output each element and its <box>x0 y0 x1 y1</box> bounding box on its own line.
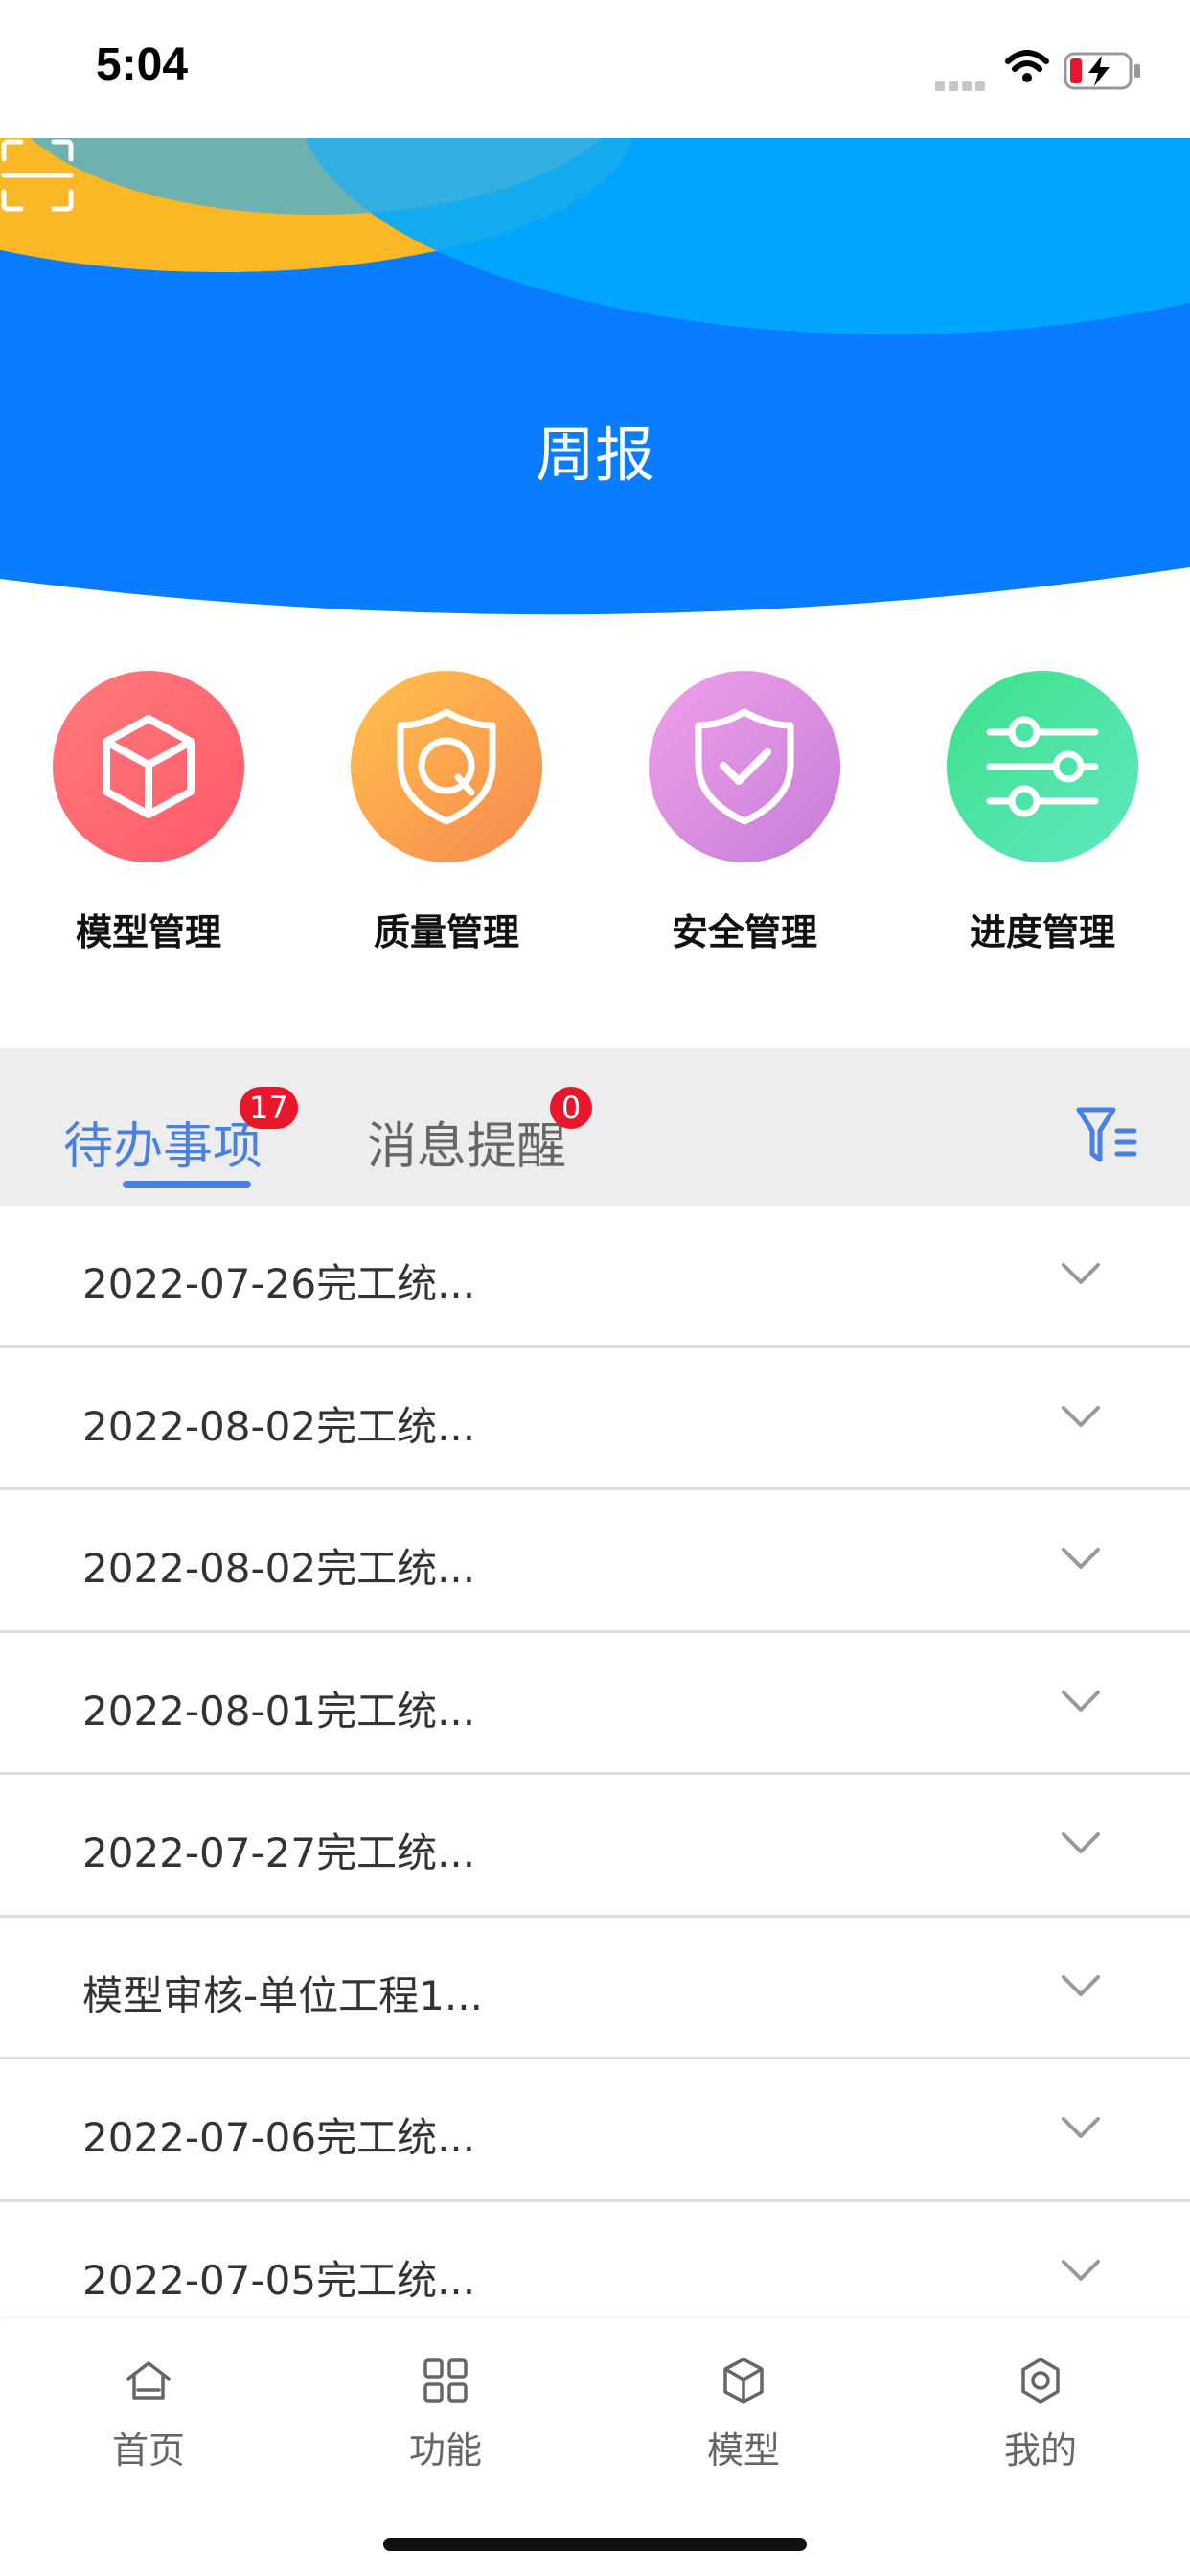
wifi-icon <box>1005 50 1049 82</box>
list-item[interactable]: 2022-07-06完工统... <box>0 2059 1190 2202</box>
tab-messages[interactable]: 消息提醒 <box>367 1106 566 1178</box>
quick-item-safety[interactable]: 安全管理 <box>601 671 888 955</box>
list-item[interactable]: 2022-08-02完工统... <box>0 1348 1190 1490</box>
home-icon <box>53 2354 244 2407</box>
list-item[interactable]: 2022-08-02完工统... <box>0 1490 1190 1633</box>
list-item-title: 2022-08-01完工统... <box>82 1687 476 1735</box>
list-item[interactable]: 2022-07-26完工统... <box>0 1206 1190 1348</box>
chevron-down-icon[interactable] <box>1060 2115 1102 2142</box>
nav-mine[interactable]: 我的 <box>945 2354 1136 2473</box>
status-time: 5:04 <box>96 39 189 90</box>
cellular-signal-icon <box>935 77 993 91</box>
list-item[interactable]: 模型审核-单位工程1... <box>0 1918 1190 2059</box>
list-item-title: 2022-07-06完工统... <box>82 2114 476 2161</box>
chevron-down-icon[interactable] <box>1060 1830 1102 1857</box>
nav-label: 首页 <box>111 2429 185 2472</box>
hero-title: 周报 <box>535 420 654 490</box>
quick-label: 模型管理 <box>75 911 221 954</box>
filter-icon[interactable] <box>1075 1106 1138 1165</box>
cube-icon <box>648 2354 839 2407</box>
list-item[interactable]: 2022-07-27完工统... <box>0 1775 1190 1918</box>
nav-label: 功能 <box>408 2429 482 2472</box>
list-item-title: 2022-08-02完工统... <box>82 1402 476 1450</box>
quick-item-quality[interactable]: 质量管理 <box>303 671 590 955</box>
list-item-title: 2022-07-26完工统... <box>82 1260 476 1307</box>
shield-check-icon <box>649 671 840 862</box>
list-item-title: 2022-07-05完工统... <box>82 2256 476 2304</box>
nav-label: 我的 <box>1003 2429 1077 2472</box>
scan-icon[interactable] <box>0 138 75 213</box>
todo-list: 2022-07-26完工统... 2022-08-02完工统... 2022-0… <box>0 1206 1190 2319</box>
cube-icon <box>53 671 244 862</box>
battery-icon <box>1064 52 1140 90</box>
quick-label: 质量管理 <box>373 911 519 954</box>
chevron-down-icon[interactable] <box>1060 1404 1102 1431</box>
nav-functions[interactable]: 功能 <box>350 2354 541 2473</box>
tab-todo[interactable]: 待办事项 <box>63 1106 263 1178</box>
list-item[interactable]: 2022-08-01完工统... <box>0 1633 1190 1775</box>
tab-bar: 待办事项 17 消息提醒 0 <box>0 1048 1190 1206</box>
todo-count-badge: 17 <box>240 1087 298 1129</box>
home-indicator <box>383 2538 807 2551</box>
sliders-icon <box>947 671 1138 862</box>
list-item-title: 模型审核-单位工程1... <box>82 1971 483 2019</box>
quick-item-progress[interactable]: 进度管理 <box>899 671 1186 955</box>
list-item-title: 2022-07-27完工统... <box>82 1829 476 1876</box>
list-item-title: 2022-08-02完工统... <box>82 1545 476 1592</box>
shield-q-icon <box>351 671 542 862</box>
message-count-badge: 0 <box>550 1087 592 1129</box>
active-tab-indicator <box>123 1181 251 1188</box>
quick-label: 进度管理 <box>969 911 1115 954</box>
gear-icon <box>945 2354 1136 2407</box>
nav-label: 模型 <box>706 2429 780 2472</box>
list-item[interactable]: 2022-07-05完工统... <box>0 2202 1190 2320</box>
status-bar: 5:04 <box>0 0 1190 138</box>
chevron-down-icon[interactable] <box>1060 1261 1102 1288</box>
chevron-down-icon[interactable] <box>1060 2258 1102 2285</box>
hero-background <box>0 138 1190 615</box>
hero-banner: 周报 <box>0 138 1190 636</box>
nav-home[interactable]: 首页 <box>53 2354 244 2473</box>
quick-label: 安全管理 <box>671 911 817 954</box>
quick-item-model[interactable]: 模型管理 <box>5 671 292 955</box>
quick-functions: 模型管理 质量管理 安全管理 进度管理 <box>0 671 1190 958</box>
grid-icon <box>350 2354 541 2407</box>
nav-model[interactable]: 模型 <box>648 2354 839 2473</box>
chevron-down-icon[interactable] <box>1060 1973 1102 2000</box>
chevron-down-icon[interactable] <box>1060 1689 1102 1715</box>
chevron-down-icon[interactable] <box>1060 1546 1102 1573</box>
